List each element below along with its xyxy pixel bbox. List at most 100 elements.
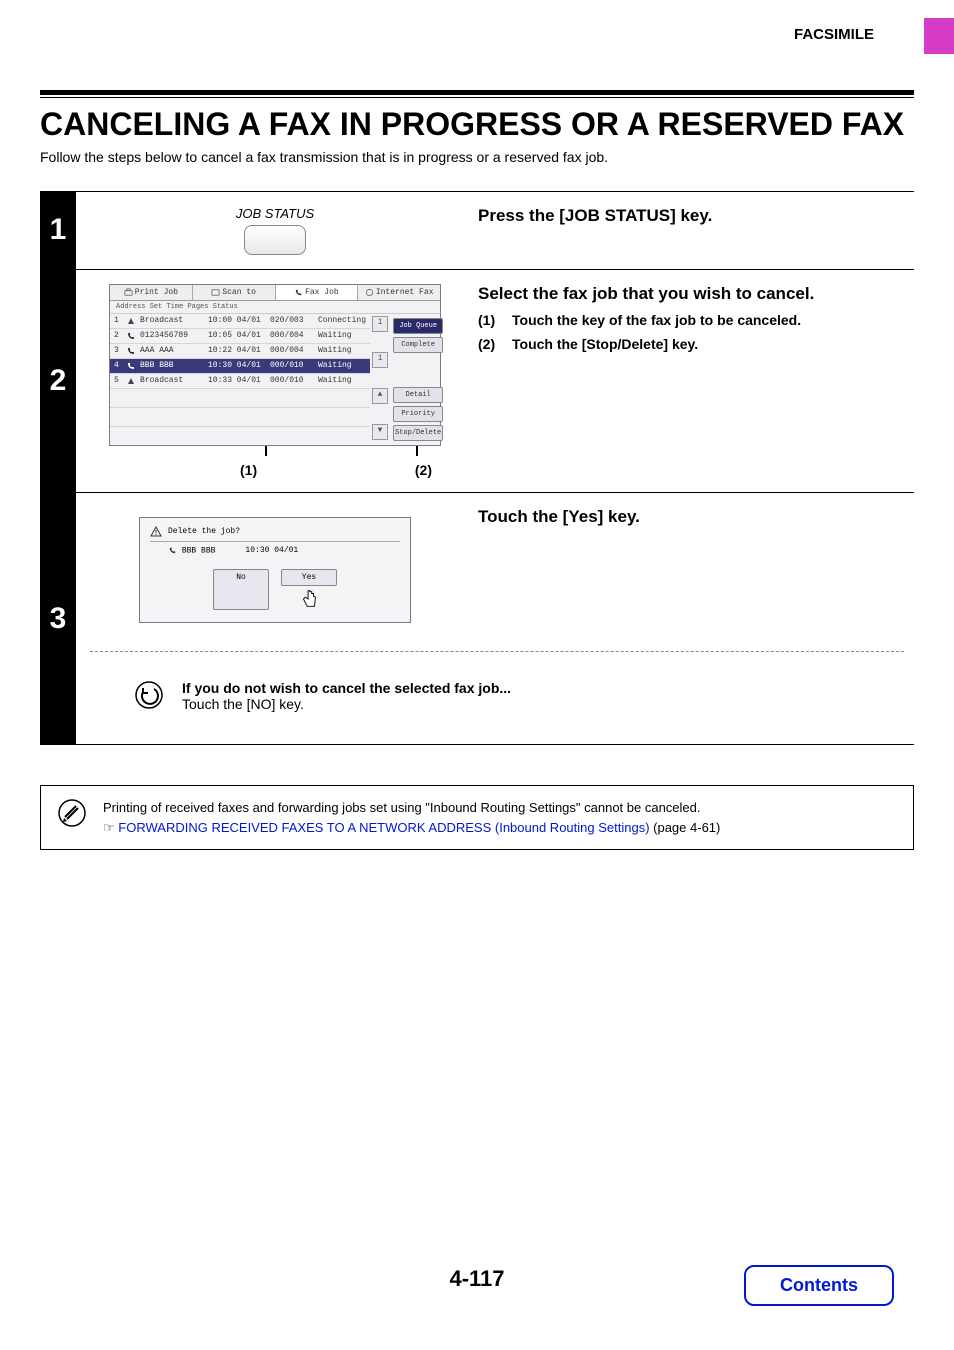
substep-text: Touch the [Stop/Delete] key. [512, 336, 698, 352]
broadcast-icon [126, 316, 136, 326]
printer-icon [124, 288, 133, 297]
yes-button[interactable]: Yes [281, 569, 337, 586]
row-pages: 000/010 [270, 361, 314, 370]
tip-bold: If you do not wish to cancel the selecte… [182, 680, 511, 696]
substep-num: (2) [478, 336, 504, 352]
job-row-empty [110, 408, 370, 427]
priority-button[interactable]: Priority [393, 406, 443, 422]
fax-job-panel: Print Job Scan to Fax Job [109, 284, 441, 446]
step-number: 2 [40, 270, 76, 492]
substep-text: Touch the key of the fax job to be cance… [512, 312, 801, 328]
complete-button[interactable]: Complete [393, 337, 443, 353]
scanner-icon [211, 288, 220, 297]
row-addr: Broadcast [140, 316, 204, 325]
section-color-tab [924, 18, 954, 54]
note-page: (page 4-61) [650, 820, 721, 835]
tab-bar: Print Job Scan to Fax Job [110, 285, 440, 301]
job-row[interactable]: 1 Broadcast 10:00 04/01 020/003 Connecti… [110, 314, 370, 329]
row-num: 5 [114, 376, 122, 385]
step-number: 3 [40, 493, 76, 745]
job-row-selected[interactable]: 4 BBB BBB 10:30 04/01 000/010 Waiting [110, 359, 370, 374]
phone-icon [294, 288, 303, 297]
row-time: 10:22 04/01 [208, 346, 266, 355]
phone-icon [126, 331, 136, 341]
row-pages: 020/003 [270, 316, 314, 325]
page-indicator: 1 [372, 352, 388, 368]
step-3: 3 Delete the job? BBB BBB [40, 492, 914, 746]
callouts: (1) (2) [110, 462, 440, 478]
tip-block: If you do not wish to cancel the selecte… [90, 680, 904, 726]
dashed-rule [90, 651, 904, 652]
row-status: Waiting [318, 331, 366, 340]
tab-fax-job[interactable]: Fax Job [276, 285, 359, 300]
tab-internet-fax[interactable]: Internet Fax [358, 285, 440, 300]
step-number: 1 [40, 192, 76, 269]
detail-button[interactable]: Detail [393, 387, 443, 403]
page-indicator: 1 [372, 316, 388, 332]
callout-1: (1) [240, 462, 257, 478]
note-icon [57, 798, 87, 828]
lead-text: Follow the steps below to cancel a fax t… [40, 149, 914, 165]
dialog-question: Delete the job? [168, 527, 240, 536]
page-title: CANCELING A FAX IN PROGRESS OR A RESERVE… [40, 106, 914, 143]
scroll-up-button[interactable]: ▲ [372, 388, 388, 404]
job-queue-button[interactable]: Job Queue [393, 318, 443, 334]
substep-1: (1) Touch the key of the fax job to be c… [478, 312, 904, 328]
broadcast-icon [126, 376, 136, 386]
substep-num: (1) [478, 312, 504, 328]
note-line: Printing of received faxes and forwardin… [103, 800, 701, 815]
job-row[interactable]: 3 AAA AAA 10:22 04/01 000/004 Waiting [110, 344, 370, 359]
tab-label: Internet Fax [376, 288, 434, 297]
scroll-column: 1 1 ▲ ▼ [370, 314, 390, 445]
row-addr: BBB BBB [140, 361, 204, 370]
row-time: 10:33 04/01 [208, 376, 266, 385]
job-row-empty [110, 389, 370, 408]
key-label: JOB STATUS [236, 206, 314, 221]
ifax-icon [365, 288, 374, 297]
row-status: Waiting [318, 346, 366, 355]
pointing-hand-icon [298, 588, 320, 610]
job-row[interactable]: 2 0123456789 10:05 04/01 000/004 Waiting [110, 329, 370, 344]
back-arrow-icon [134, 680, 164, 710]
tab-scan-to[interactable]: Scan to [193, 285, 276, 300]
rule [40, 97, 914, 98]
tab-print-job[interactable]: Print Job [110, 285, 193, 300]
row-num: 2 [114, 331, 122, 340]
job-row[interactable]: 5 Broadcast 10:33 04/01 000/010 Waiting [110, 374, 370, 389]
row-pages: 000/010 [270, 376, 314, 385]
row-status: Connecting [318, 316, 366, 325]
phone-icon [168, 546, 177, 555]
phone-icon [126, 346, 136, 356]
row-addr: 0123456789 [140, 331, 204, 340]
substep-2: (2) Touch the [Stop/Delete] key. [478, 336, 904, 352]
cross-reference-link[interactable]: FORWARDING RECEIVED FAXES TO A NETWORK A… [118, 820, 649, 835]
row-time: 10:00 04/01 [208, 316, 266, 325]
step-1: 1 JOB STATUS Press the [JOB STATUS] key. [40, 191, 914, 269]
row-num: 4 [114, 361, 122, 370]
contents-button[interactable]: Contents [744, 1265, 894, 1306]
tab-label: Fax Job [305, 288, 339, 297]
step-heading: Press the [JOB STATUS] key. [478, 206, 904, 226]
job-list: 1 Broadcast 10:00 04/01 020/003 Connecti… [110, 314, 370, 445]
tab-label: Scan to [222, 288, 256, 297]
step-heading: Select the fax job that you wish to canc… [478, 284, 904, 304]
row-num: 3 [114, 346, 122, 355]
job-status-key[interactable] [244, 225, 306, 255]
job-row-empty [110, 427, 370, 445]
row-num: 1 [114, 316, 122, 325]
row-pages: 000/004 [270, 331, 314, 340]
row-status: Waiting [318, 361, 366, 370]
row-time: 10:30 04/01 [208, 361, 266, 370]
scroll-down-button[interactable]: ▼ [372, 424, 388, 440]
reference-symbol: ☞ [103, 820, 115, 835]
stop-delete-button[interactable]: Stop/Delete [393, 425, 443, 441]
step-2: 2 Print Job Scan to [40, 269, 914, 492]
no-button[interactable]: No [213, 569, 269, 610]
confirm-dialog: Delete the job? BBB BBB 10:30 04/01 No [139, 517, 411, 624]
tip-regular: Touch the [NO] key. [182, 696, 511, 712]
note-box: Printing of received faxes and forwardin… [40, 785, 914, 850]
phone-icon [126, 361, 136, 371]
dialog-addr: BBB BBB [182, 546, 216, 555]
row-time: 10:05 04/01 [208, 331, 266, 340]
callout-line [416, 446, 418, 456]
